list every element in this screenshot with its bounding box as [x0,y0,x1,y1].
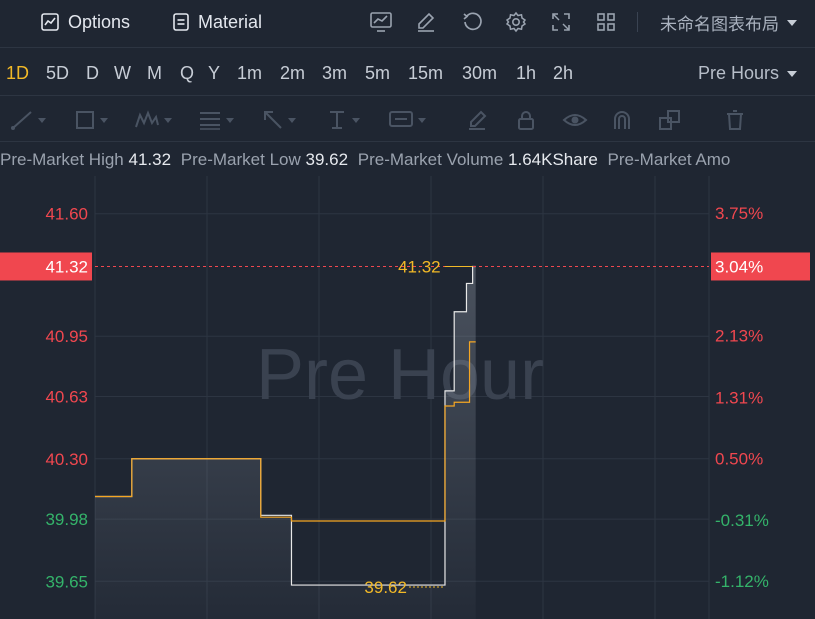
refresh-icon[interactable] [459,10,485,34]
fibonacci-icon [200,112,220,130]
chevron-down-icon [787,70,797,77]
period-tab-15m[interactable]: 15m [408,63,443,84]
chevron-down-icon [164,117,172,123]
period-tab-d[interactable]: D [86,63,99,84]
session-selector-label: Pre Hours [697,63,779,83]
arrow-icon [264,111,282,129]
chevron-down-icon [352,117,360,123]
y-axis-left-tick: 40.63 [45,388,88,407]
y-axis-right-tick: -0.31% [715,511,769,530]
period-bar: 1D 5D D W M Q Y 1m 2m 3m 5m 15m 30m 1h 2h Pre Hours [0,50,815,96]
options-button[interactable]: Options [40,10,130,34]
delete-tool[interactable] [724,108,746,132]
period-tab-w[interactable]: W [114,63,131,84]
lock-tool[interactable] [515,108,537,132]
y-axis-left-tick: 39.98 [45,510,88,529]
y-axis-left-tick: 40.95 [45,327,88,346]
label-box-icon [389,111,413,127]
chart-options-icon [41,13,59,31]
document-icon [173,13,189,31]
wave-pattern-icon [135,110,159,128]
y-axis-right-tick: -1.12% [715,572,769,591]
y-axis-right-tick: 2.13% [715,326,763,345]
arrow-tool[interactable] [262,108,296,132]
y-axis-left-tick: 41.60 [45,205,88,224]
period-tab-2m[interactable]: 2m [280,63,305,84]
edit-icon[interactable] [413,10,439,34]
current-pct-value: 3.04% [715,257,763,276]
current-price-value: 41.32 [45,257,88,276]
chevron-down-icon [100,117,108,123]
pre-market-info-bar: Pre-Market High 41.32 Pre-Market Low 39.… [0,150,815,176]
y-axis-left-tick: 39.65 [45,572,88,591]
layout-name: 未命名图表布局 [660,15,779,34]
period-tab-5m[interactable]: 5m [365,63,390,84]
indicator-chart-icon[interactable] [368,10,394,34]
chevron-down-icon [418,117,426,123]
material-label: Material [198,11,263,32]
brush-tool[interactable] [466,108,488,132]
eye-icon [562,114,588,126]
drawing-toolbar [0,98,815,142]
period-tab-q[interactable]: Q [180,63,194,84]
period-tab-y[interactable]: Y [208,63,220,84]
rectangle-tool[interactable] [74,108,108,132]
rectangle-icon [76,111,94,129]
period-tab-1h[interactable]: 1h [516,63,536,84]
y-axis-right-tick: 1.31% [715,388,763,407]
period-tab-1d[interactable]: 1D [6,63,29,84]
low-label: Pre-Market Low [180,150,301,169]
price-area-fill [95,266,476,619]
volume-value: 1.64KShare [508,150,598,169]
fibonacci-tool[interactable] [198,108,234,132]
chevron-down-icon [787,19,797,26]
y-axis-left-tick: 40.30 [45,450,88,469]
pattern-tool[interactable] [134,108,172,132]
grid-layout-icon[interactable] [593,10,619,34]
lock-icon [518,111,534,130]
annotation-tool[interactable] [388,108,426,132]
trash-icon [727,110,743,130]
text-tool[interactable] [326,108,360,132]
visibility-tool[interactable] [562,108,588,132]
magnet-icon [614,111,630,129]
chevron-down-icon [288,117,296,123]
magnet-tool[interactable] [611,108,633,132]
y-axis-right-tick: 0.50% [715,450,763,469]
chart-canvas[interactable]: Pre Hour 41.60 40.95 40.63 40.30 39.98 39.65 4… [0,142,815,619]
toolbar-divider [637,12,638,32]
chevron-down-icon [226,117,234,123]
chevron-down-icon [38,117,46,123]
low-marker-label: 39.62 [364,578,407,597]
amount-label: Pre-Market Amo [607,150,731,169]
options-label: Options [68,11,131,32]
top-toolbar: Options Material 未命名图表布局 [0,0,815,48]
period-tab-m[interactable]: M [147,63,162,84]
material-button[interactable]: Material [172,10,262,34]
trend-line-tool[interactable] [10,108,46,132]
pencil-icon [469,110,487,130]
layers-icon [659,110,680,130]
session-selector[interactable]: Pre Hours [698,63,797,84]
volume-label: Pre-Market Volume [357,150,504,169]
y-axis-right-tick: 3.75% [715,204,763,223]
fullscreen-icon[interactable] [548,10,574,34]
layers-tool[interactable] [658,108,682,132]
low-value: 39.62 [305,150,349,169]
period-tab-3m[interactable]: 3m [322,63,347,84]
trend-line-icon [11,111,32,130]
period-tab-30m[interactable]: 30m [462,63,497,84]
text-cursor-icon [330,111,344,129]
chart-watermark: Pre Hour [256,335,544,415]
period-tab-2h[interactable]: 2h [553,63,573,84]
high-value: 41.32 [128,150,172,169]
high-marker-label: 41.32 [398,257,441,276]
price-chart[interactable]: Pre Hour 41.60 40.95 40.63 40.30 39.98 39.65 4… [0,142,815,619]
settings-gear-icon[interactable] [503,10,529,34]
high-label: Pre-Market High [0,150,124,169]
layout-selector[interactable]: 未命名图表布局 [660,10,797,35]
period-tab-5d[interactable]: 5D [46,63,69,84]
period-tab-1m[interactable]: 1m [237,63,262,84]
